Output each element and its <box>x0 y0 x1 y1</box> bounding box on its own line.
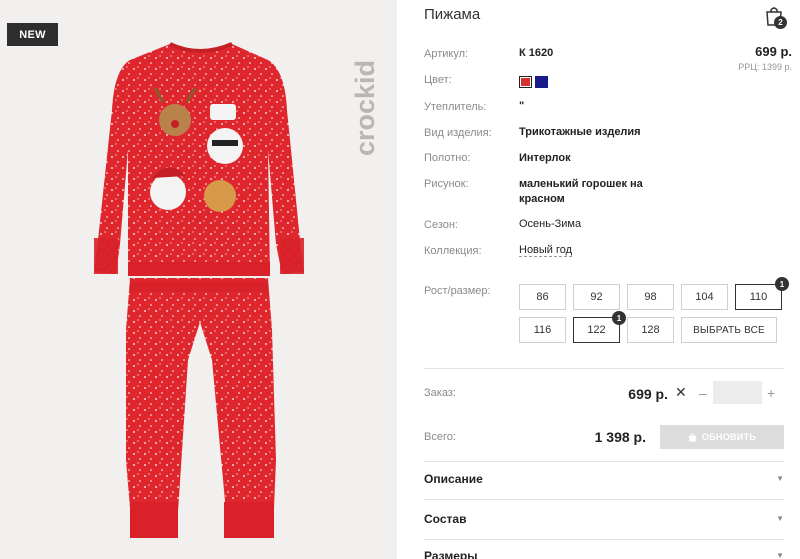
accordion-description[interactable]: Описание ▼ <box>424 472 784 492</box>
size-110-qty-badge: 1 <box>775 277 789 291</box>
total-label: Всего: <box>424 431 456 443</box>
qty-decrease-button[interactable]: – <box>699 385 707 401</box>
article-value: К 1620 <box>519 47 554 59</box>
total-value: 1 398 р. <box>594 429 646 445</box>
size-116[interactable]: 116 <box>519 317 566 343</box>
color-swatch-navy[interactable] <box>535 76 548 88</box>
chevron-down-icon: ▼ <box>776 514 784 523</box>
season-label: Сезон: <box>424 219 458 231</box>
order-price: 699 р. <box>628 386 668 402</box>
product-info-panel: Пижама 2 Артикул: К 1620 699 р. РРЦ: 139… <box>424 0 800 559</box>
quantity-input[interactable] <box>713 381 762 404</box>
bag-icon <box>688 432 696 442</box>
divider <box>424 499 784 500</box>
size-110[interactable]: 110 <box>735 284 782 310</box>
brand-logo: crockid <box>350 60 380 156</box>
order-label: Заказ: <box>424 387 456 399</box>
collection-label: Коллекция: <box>424 245 482 257</box>
divider <box>424 539 784 540</box>
size-label: Рост/размер: <box>424 285 491 297</box>
cart-count-badge: 2 <box>774 16 787 29</box>
pajama-illustration <box>94 42 304 538</box>
update-cart-label: ОБНОВИТЬ <box>701 432 757 442</box>
color-label: Цвет: <box>424 74 452 86</box>
update-cart-button[interactable]: ОБНОВИТЬ <box>660 425 784 449</box>
item-type-label: Вид изделия: <box>424 127 492 139</box>
accordion-title: Описание <box>424 472 483 486</box>
accordion-title: Размеры <box>424 549 478 559</box>
chevron-down-icon: ▼ <box>776 551 784 559</box>
insulation-label: Утеплитель: <box>424 101 487 113</box>
size-122-qty-badge: 1 <box>612 311 626 325</box>
qty-increase-button[interactable]: + <box>767 385 775 401</box>
insulation-value: " <box>519 100 525 112</box>
size-86[interactable]: 86 <box>519 284 566 310</box>
size-128[interactable]: 128 <box>627 317 674 343</box>
product-image[interactable]: NEW crockid <box>0 0 397 559</box>
article-label: Артикул: <box>424 48 469 60</box>
divider <box>424 461 784 462</box>
accordion-title: Состав <box>424 512 467 526</box>
size-98[interactable]: 98 <box>627 284 674 310</box>
remove-order-icon[interactable]: ✕ <box>675 384 687 401</box>
brand-logo-text: crockid <box>350 60 380 156</box>
recommended-price: РРЦ: 1399 р. <box>738 62 792 72</box>
collection-link[interactable]: Новый год <box>519 244 573 257</box>
product-title: Пижама <box>424 6 481 23</box>
season-value: Осень-Зима <box>519 218 582 230</box>
accordion-sizes[interactable]: Размеры ▼ <box>424 549 784 559</box>
product-price: 699 р. <box>755 44 792 59</box>
size-104[interactable]: 104 <box>681 284 728 310</box>
accordion-composition[interactable]: Состав ▼ <box>424 512 784 532</box>
collection-value: Новый год <box>519 243 573 258</box>
divider <box>424 368 784 369</box>
item-type-value: Трикотажные изделия <box>519 126 641 138</box>
pattern-label: Рисунок: <box>424 178 469 190</box>
color-swatch-red[interactable] <box>519 76 532 88</box>
pattern-value: маленький горошек на красном <box>519 178 643 205</box>
size-92[interactable]: 92 <box>573 284 620 310</box>
select-all-sizes-button[interactable]: ВЫБРАТЬ ВСЕ <box>681 317 777 343</box>
fabric-label: Полотно: <box>424 152 471 164</box>
fabric-value: Интерлок <box>519 152 571 164</box>
chevron-down-icon: ▼ <box>776 474 784 483</box>
